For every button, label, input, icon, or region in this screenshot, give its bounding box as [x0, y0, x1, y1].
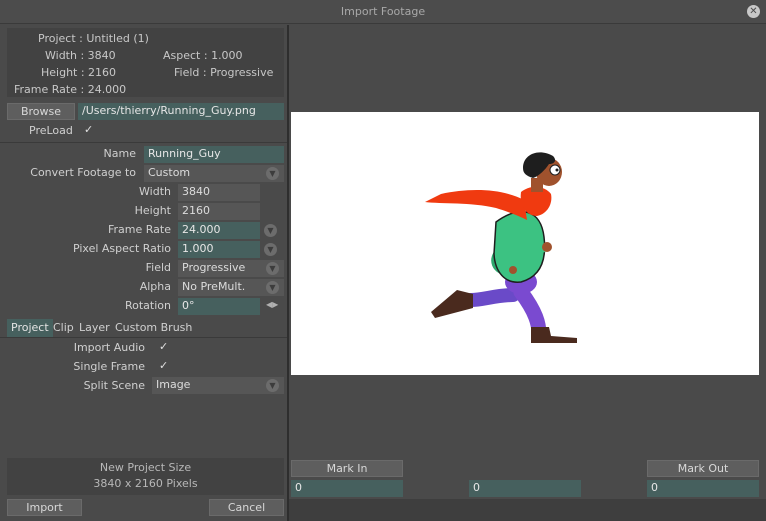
running-guy-illustration	[425, 152, 577, 343]
par-label: Pixel Aspect Ratio	[72, 242, 171, 255]
width-label: Width	[139, 185, 171, 198]
info-frame-rate: Frame Rate : 24.000	[14, 83, 127, 96]
height-field[interactable]: 2160	[178, 203, 260, 220]
info-field: Field : Progressive	[174, 66, 274, 79]
new-size-value: 3840 x 2160 Pixels	[93, 477, 198, 490]
settings-panel: Project : Untitled (1) Width : 3840 Aspe…	[0, 25, 287, 521]
import-audio-checkbox[interactable]: ✓	[159, 340, 168, 353]
alpha-label: Alpha	[139, 280, 171, 293]
width-field[interactable]: 3840	[178, 184, 260, 201]
rotation-label: Rotation	[124, 299, 171, 312]
timeline-bar[interactable]	[289, 499, 766, 521]
path-field[interactable]: /Users/thierry/Running_Guy.png	[78, 103, 284, 120]
import-audio-label: Import Audio	[73, 341, 145, 354]
name-label: Name	[103, 147, 136, 160]
chevron-down-icon: ▼	[266, 281, 279, 294]
single-frame-checkbox[interactable]: ✓	[159, 359, 168, 372]
preview-panel: Mark In Mark Out 0 0 0	[289, 25, 766, 521]
field-dropdown[interactable]: Progressive ▼	[178, 260, 284, 277]
preview-image	[291, 112, 759, 375]
tab-project[interactable]: Project	[7, 319, 53, 337]
frame-rate-field[interactable]: 24.000	[178, 222, 260, 239]
divider	[0, 337, 287, 338]
field-value: Progressive	[182, 261, 246, 274]
new-size-title: New Project Size	[99, 461, 192, 474]
convert-dropdown[interactable]: Custom ▼	[144, 165, 284, 182]
info-project: Project : Untitled (1)	[38, 32, 149, 45]
split-scene-dropdown[interactable]: Image ▼	[152, 377, 284, 394]
chevron-down-icon[interactable]: ▼	[264, 243, 277, 256]
preload-checkbox[interactable]: ✓	[84, 123, 93, 136]
mark-out-button[interactable]: Mark Out	[647, 460, 759, 477]
chevron-down-icon: ▼	[266, 167, 279, 180]
info-height: Height : 2160	[41, 66, 117, 79]
tab-clip[interactable]: Clip	[49, 319, 78, 337]
divider	[0, 142, 287, 143]
info-aspect: Aspect : 1.000	[163, 49, 243, 62]
browse-button[interactable]: Browse	[7, 103, 75, 120]
close-icon[interactable]: ✕	[747, 5, 760, 18]
chevron-down-icon[interactable]: ▼	[264, 224, 277, 237]
tab-layer[interactable]: Layer	[75, 319, 114, 337]
convert-label: Convert Footage to	[30, 166, 136, 179]
window-title: Import Footage	[340, 5, 426, 18]
field-label: Field	[145, 261, 171, 274]
mark-in-button[interactable]: Mark In	[291, 460, 403, 477]
par-field[interactable]: 1.000	[178, 241, 260, 258]
name-field[interactable]: Running_Guy	[144, 146, 284, 163]
tab-custom-brush[interactable]: Custom Brush	[111, 319, 196, 337]
mark-out-field[interactable]: 0	[647, 480, 759, 497]
window-titlebar: Import Footage ✕	[0, 0, 766, 24]
height-label: Height	[134, 204, 171, 217]
current-frame-field[interactable]: 0	[469, 480, 581, 497]
project-info-box: Project : Untitled (1) Width : 3840 Aspe…	[7, 28, 284, 97]
info-width: Width : 3840	[45, 49, 116, 62]
new-project-size-box: New Project Size 3840 x 2160 Pixels	[7, 458, 284, 495]
chevron-down-icon: ▼	[266, 262, 279, 275]
cancel-button[interactable]: Cancel	[209, 499, 284, 516]
alpha-value: No PreMult.	[182, 280, 246, 293]
split-scene-value: Image	[156, 378, 191, 391]
frame-rate-label: Frame Rate	[108, 223, 171, 236]
left-right-arrows-icon[interactable]: ◀▶	[266, 300, 278, 309]
split-scene-label: Split Scene	[83, 379, 145, 392]
convert-value: Custom	[148, 166, 191, 179]
mark-in-field[interactable]: 0	[291, 480, 403, 497]
alpha-dropdown[interactable]: No PreMult. ▼	[178, 279, 284, 296]
preload-label: PreLoad	[29, 124, 73, 137]
chevron-down-icon: ▼	[266, 379, 279, 392]
import-button[interactable]: Import	[7, 499, 82, 516]
single-frame-label: Single Frame	[73, 360, 145, 373]
rotation-field[interactable]: 0°	[178, 298, 260, 315]
